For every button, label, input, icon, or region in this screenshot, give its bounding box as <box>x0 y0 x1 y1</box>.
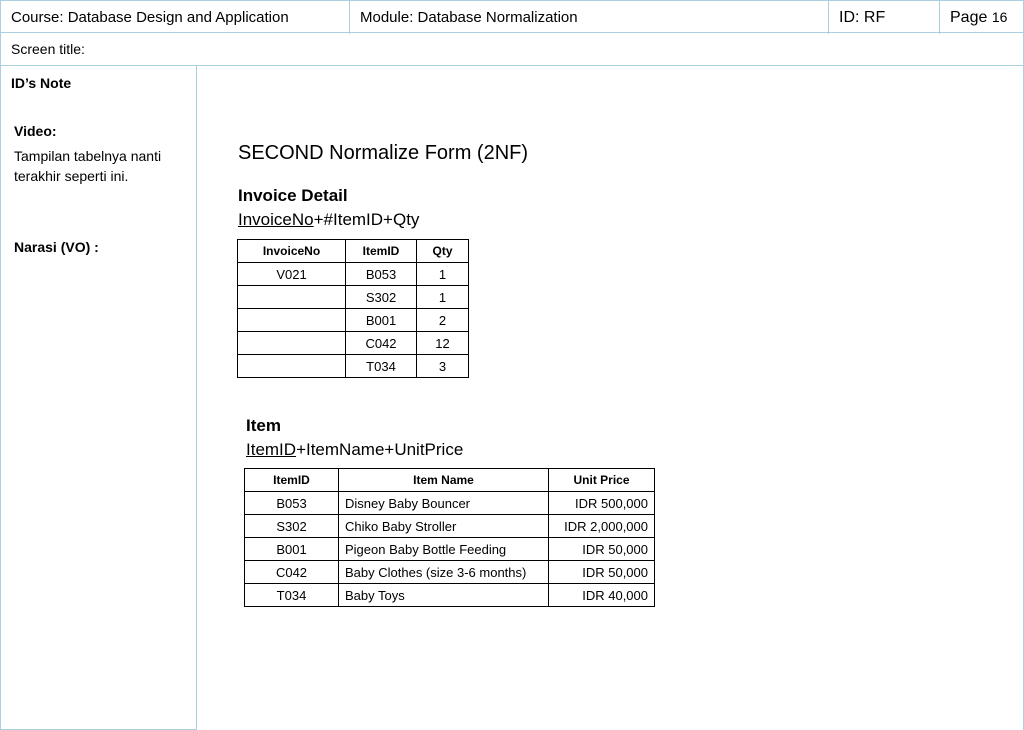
table-cell: 12 <box>416 331 469 355</box>
module-cell: Module: Database Normalization <box>350 1 829 34</box>
table-cell: V021 <box>237 262 346 286</box>
page-cell: Page 16 <box>940 1 1023 34</box>
course-cell: Course: Database Design and Application <box>1 1 350 34</box>
column-header: ItemID <box>345 239 417 263</box>
table-cell: Baby Toys <box>338 583 549 607</box>
column-header: Qty <box>416 239 469 263</box>
invoice-detail-heading: Invoice Detail <box>238 186 348 205</box>
invoice-detail-table: InvoiceNo ItemID Qty V021 B053 1 S302 1 B001 2 C0… <box>237 239 469 378</box>
table-cell: IDR 40,000 <box>548 583 655 607</box>
table-cell: 3 <box>416 354 469 378</box>
column-header: Unit Price <box>548 468 655 492</box>
id-label: ID: RF <box>839 9 886 26</box>
main-content: SECOND Normalize Form (2NF) Invoice Deta… <box>197 66 1024 730</box>
table-row: B053 Disney Baby Bouncer IDR 500,000 <box>244 491 655 515</box>
table-header-row: InvoiceNo ItemID Qty <box>237 239 469 263</box>
page-number: 16 <box>991 9 1008 25</box>
screen-title-label: Screen title: <box>11 41 85 57</box>
table-cell: 2 <box>416 308 469 332</box>
table-cell <box>237 285 346 309</box>
ids-note-heading: ID’s Note <box>11 75 72 91</box>
table-cell: T034 <box>345 354 417 378</box>
table-row: S302 Chiko Baby Stroller IDR 2,000,000 <box>244 514 655 538</box>
ids-note-panel: ID’s Note Video: Tampilan tabelnya nanti… <box>0 66 197 730</box>
item-heading: Item <box>246 416 281 435</box>
table-cell: B001 <box>244 537 339 561</box>
table-row: T034 Baby Toys IDR 40,000 <box>244 583 655 607</box>
table-row: C042 12 <box>237 331 469 355</box>
column-header: InvoiceNo <box>237 239 346 263</box>
table-cell: C042 <box>244 560 339 584</box>
table-cell: B053 <box>244 491 339 515</box>
video-label: Video: <box>14 123 57 139</box>
table-row: V021 B053 1 <box>237 262 469 286</box>
table-row: T034 3 <box>237 354 469 378</box>
table-cell: IDR 500,000 <box>548 491 655 515</box>
invoice-detail-formula: InvoiceNo+#ItemID+Qty <box>238 210 419 230</box>
table-row: B001 2 <box>237 308 469 332</box>
table-cell <box>237 354 346 378</box>
course-label: Course: Database Design and Application <box>11 9 289 26</box>
table-cell: C042 <box>345 331 417 355</box>
item-formula: ItemID+ItemName+UnitPrice <box>246 440 463 460</box>
table-cell: Pigeon Baby Bottle Feeding <box>338 537 549 561</box>
module-label: Module: Database Normalization <box>360 9 578 26</box>
table-cell: B053 <box>345 262 417 286</box>
table-cell: IDR 50,000 <box>548 560 655 584</box>
table-row: C042 Baby Clothes (size 3-6 months) IDR 50… <box>244 560 655 584</box>
narasi-label: Narasi (VO) : <box>14 239 99 255</box>
item-table: ItemID Item Name Unit Price B053 Disney Bab… <box>244 468 655 607</box>
item-key: ItemID <box>246 440 297 459</box>
header-bar: Course: Database Design and Application … <box>0 0 1024 34</box>
table-header-row: ItemID Item Name Unit Price <box>244 468 655 492</box>
table-cell: S302 <box>244 514 339 538</box>
invoice-detail-attrs: +#ItemID+Qty <box>313 210 420 229</box>
table-cell: 1 <box>416 285 469 309</box>
video-text: Tampilan tabelnya nanti terakhir seperti… <box>14 148 162 184</box>
table-row: S302 1 <box>237 285 469 309</box>
table-cell: Chiko Baby Stroller <box>338 514 549 538</box>
column-header: Item Name <box>338 468 549 492</box>
table-cell <box>237 331 346 355</box>
column-header: ItemID <box>244 468 339 492</box>
table-cell: T034 <box>244 583 339 607</box>
page-label: Page <box>950 9 988 26</box>
table-cell: B001 <box>345 308 417 332</box>
table-cell: S302 <box>345 285 417 309</box>
id-cell: ID: RF <box>829 1 940 34</box>
table-cell: Disney Baby Bouncer <box>338 491 549 515</box>
invoice-detail-key: InvoiceNo <box>238 210 314 229</box>
table-cell: 1 <box>416 262 469 286</box>
table-cell <box>237 308 346 332</box>
table-cell: IDR 50,000 <box>548 537 655 561</box>
screen-title: Screen title: <box>0 33 1024 66</box>
item-attrs: +ItemName+UnitPrice <box>296 440 464 459</box>
table-row: B001 Pigeon Baby Bottle Feeding IDR 50,000 <box>244 537 655 561</box>
table-cell: Baby Clothes (size 3-6 months) <box>338 560 549 584</box>
page-heading: SECOND Normalize Form (2NF) <box>238 142 529 164</box>
table-cell: IDR 2,000,000 <box>548 514 655 538</box>
